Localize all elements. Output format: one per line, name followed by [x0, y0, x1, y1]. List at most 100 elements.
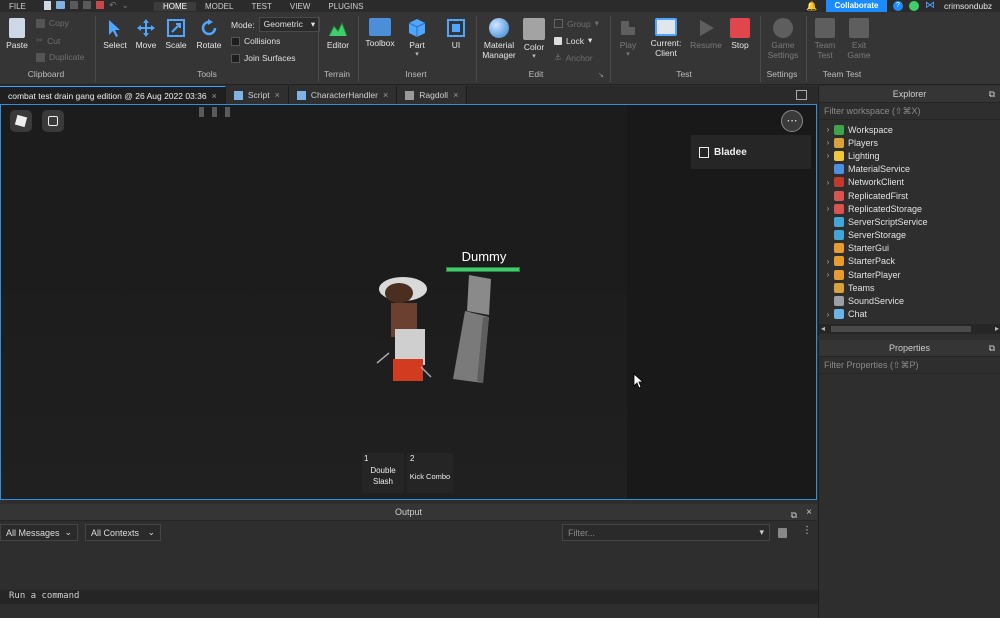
tab-script[interactable]: Script × — [225, 86, 289, 104]
collaborate-button[interactable]: Collaborate — [826, 0, 887, 12]
menu-tab-test[interactable]: TEST — [242, 2, 280, 11]
close-icon[interactable]: × — [275, 90, 280, 100]
material-manager-button[interactable]: Material Manager — [480, 18, 518, 60]
group-button[interactable]: Group ▾ — [554, 18, 599, 29]
tree-item-startergui[interactable]: StarterGui — [822, 242, 1000, 255]
ui-button[interactable]: UI — [443, 18, 469, 50]
chevron-right-icon[interactable]: › — [822, 257, 834, 266]
lock-button[interactable]: Lock ▾ — [554, 35, 592, 46]
new-file-icon[interactable] — [44, 1, 51, 10]
chevron-right-icon[interactable]: › — [822, 125, 834, 134]
scrollbar-thumb[interactable] — [831, 326, 971, 332]
toolbox-button[interactable]: Toolbox — [362, 18, 398, 48]
trash-icon[interactable] — [778, 528, 787, 538]
explorer-filter-input[interactable]: Filter workspace (⇧⌘X) — [819, 103, 1000, 120]
messages-filter-dropdown[interactable]: All Messages ⌄ — [0, 524, 78, 541]
rotate-button[interactable]: Rotate — [194, 18, 224, 50]
share-icon[interactable]: ⋈ — [925, 0, 935, 12]
menu-tab-home[interactable]: HOME — [154, 1, 196, 11]
contexts-filter-dropdown[interactable]: All Contexts ⌄ — [85, 524, 161, 541]
roblox-menu-button[interactable] — [10, 110, 32, 132]
tree-item-lighting[interactable]: › Lighting — [822, 149, 1000, 162]
mode-dropdown[interactable]: Geometric ▾ — [258, 17, 321, 32]
undo-icon[interactable]: ↶ — [109, 1, 117, 10]
menu-file[interactable]: FILE — [0, 2, 35, 11]
close-icon[interactable]: × — [453, 90, 458, 100]
help-icon[interactable]: ? — [893, 1, 903, 11]
part-button[interactable]: Part ▾ — [402, 18, 432, 60]
select-button[interactable]: Select — [101, 18, 129, 50]
chevron-right-icon[interactable]: › — [822, 138, 834, 147]
tab-ragdoll[interactable]: Ragdoll × — [397, 86, 468, 104]
move-button[interactable]: Move — [133, 18, 159, 50]
stop-button[interactable]: Stop — [727, 18, 753, 50]
tree-item-teams[interactable]: Teams — [822, 281, 1000, 294]
redo-icon[interactable]: ⌄ — [122, 1, 130, 10]
hotbar-slot-2[interactable]: 2 Kick Combo — [407, 453, 453, 493]
tree-item-chat[interactable]: › Chat — [822, 308, 1000, 321]
scroll-left-icon[interactable]: ◂ — [821, 324, 825, 333]
collisions-checkbox[interactable] — [231, 36, 240, 46]
tab-place[interactable]: combat test drain gang edition @ 26 Aug … — [0, 86, 226, 104]
popout-icon[interactable]: ⧉ — [989, 86, 995, 103]
collisions-toggle[interactable]: Collisions — [231, 36, 280, 46]
game-viewport[interactable]: ⋯ Bladee Dummy 1 Double Slash 2 Kick Com… — [0, 104, 817, 500]
duplicate-button[interactable]: Duplicate — [36, 52, 84, 62]
popout-icon[interactable] — [796, 90, 807, 100]
game-settings-button[interactable]: Game Settings — [764, 18, 802, 60]
npc-dummy-model[interactable] — [447, 271, 497, 385]
cut-button[interactable]: ✂ Cut — [36, 35, 60, 46]
popout-icon[interactable]: ⧉ — [989, 340, 995, 357]
menu-tab-plugins[interactable]: PLUGINS — [319, 2, 372, 11]
scroll-right-icon[interactable]: ▸ — [995, 324, 999, 333]
menu-tab-view[interactable]: VIEW — [281, 2, 319, 11]
command-input[interactable]: Run a command — [9, 591, 79, 601]
player-name[interactable]: Bladee — [714, 147, 747, 158]
save-icon[interactable] — [83, 1, 91, 9]
username[interactable]: crimsondubz — [944, 0, 992, 12]
paste-button[interactable]: Paste — [3, 18, 31, 50]
tree-item-serverscriptservice[interactable]: ServerScriptService — [822, 215, 1000, 228]
current-client-button[interactable]: Current: Client — [646, 18, 686, 58]
tree-item-starterpack[interactable]: › StarterPack — [822, 255, 1000, 268]
tree-item-materialservice[interactable]: MaterialService — [822, 163, 1000, 176]
chevron-right-icon[interactable]: › — [822, 310, 834, 319]
hotbar-slot-1[interactable]: 1 Double Slash — [362, 453, 404, 493]
scale-button[interactable]: Scale — [163, 18, 189, 50]
close-icon[interactable]: × — [806, 504, 812, 521]
tree-item-workspace[interactable]: › Workspace — [822, 123, 1000, 136]
copy-button[interactable]: Copy — [36, 18, 69, 28]
play-button[interactable]: Play ▾ — [614, 18, 642, 60]
close-icon[interactable]: × — [212, 91, 217, 101]
stop-icon[interactable] — [96, 1, 104, 9]
tree-item-replicatedstorage[interactable]: › ReplicatedStorage — [822, 202, 1000, 215]
chevron-right-icon[interactable]: › — [822, 204, 834, 213]
tab-characterhandler[interactable]: CharacterHandler × — [288, 86, 398, 104]
chevron-right-icon[interactable]: › — [822, 151, 834, 160]
exit-game-button[interactable]: Exit Game — [844, 18, 874, 60]
team-test-button[interactable]: Team Test — [810, 18, 840, 60]
tree-item-starterplayer[interactable]: › StarterPlayer — [822, 268, 1000, 281]
output-filter-input[interactable]: Filter... ▾ — [562, 524, 770, 541]
tree-item-networkclient[interactable]: › NetworkClient — [822, 176, 1000, 189]
tree-item-replicatedfirst[interactable]: ReplicatedFirst — [822, 189, 1000, 202]
more-vertical-icon[interactable]: ⋮ — [802, 525, 812, 536]
terrain-editor-button[interactable]: Editor — [322, 18, 354, 50]
resume-button[interactable]: Resume — [688, 18, 724, 50]
tree-item-players[interactable]: › Players — [822, 136, 1000, 149]
anchor-button[interactable]: ⚓ Anchor — [554, 52, 593, 63]
menu-tab-model[interactable]: MODEL — [196, 2, 242, 11]
explorer-horizontal-scrollbar[interactable]: ◂ ▸ — [819, 324, 1000, 334]
more-options-button[interactable]: ⋯ — [781, 110, 803, 132]
chevron-right-icon[interactable]: › — [822, 270, 834, 279]
open-folder-icon[interactable] — [56, 1, 65, 9]
chevron-right-icon[interactable]: › — [822, 178, 834, 187]
status-icon[interactable] — [909, 1, 919, 11]
close-icon[interactable]: × — [383, 90, 388, 100]
player-character-model[interactable] — [369, 269, 441, 389]
join-surfaces-checkbox[interactable] — [231, 53, 240, 63]
color-button[interactable]: Color ▾ — [521, 18, 547, 62]
properties-filter-input[interactable]: Filter Properties (⇧⌘P) — [819, 357, 1000, 374]
tree-item-soundservice[interactable]: SoundService — [822, 294, 1000, 307]
join-surfaces-toggle[interactable]: Join Surfaces — [231, 53, 296, 63]
